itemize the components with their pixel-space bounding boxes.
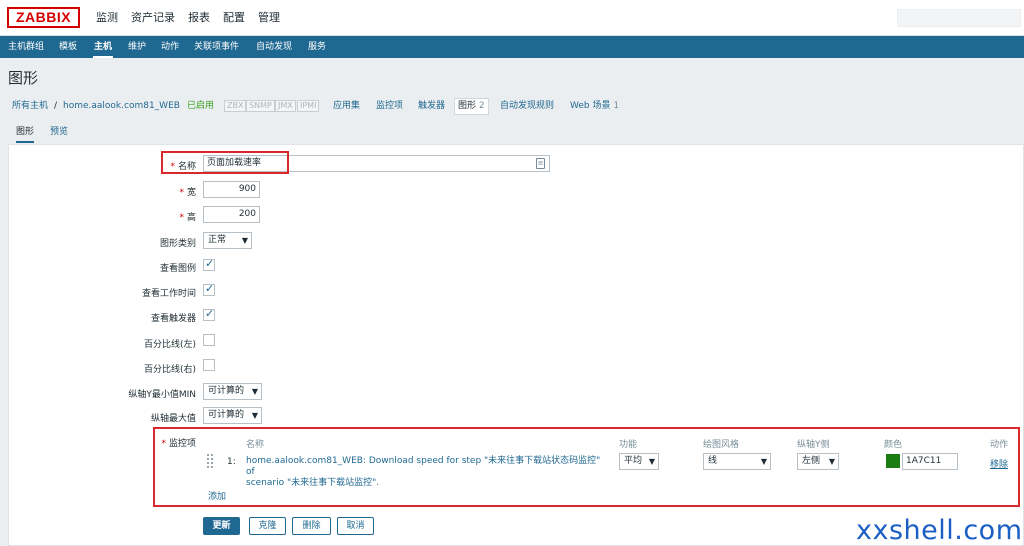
graph-type-label: 图形类别 [159,239,196,249]
main-menu: 监测 资产记录 报表 配置 管理 [96,0,293,36]
submenu-event-correlation[interactable]: 关联项事件 [194,36,239,58]
checkmark-icon: ✓ [205,307,215,320]
item-index: 1: [227,457,236,467]
page-title: 图形 [8,69,39,87]
highlight-name-box [161,151,289,174]
checkmark-icon: ✓ [205,282,215,295]
breadcrumb-graphs[interactable]: 图形 2 [454,98,489,115]
tab-preview[interactable]: 预览 [50,124,68,143]
cancel-button[interactable]: 取消 [337,517,374,535]
chevron-down-icon: ▼ [241,236,248,245]
tag-zbx: ZBX [224,100,247,112]
height-label: * 高 [179,213,196,223]
chevron-down-icon: ▼ [648,457,655,466]
menu-configuration[interactable]: 配置 [223,0,245,36]
y-max-select[interactable]: 可计算的 ▼ [203,407,262,424]
submenu-hosts[interactable]: 主机 [94,36,112,58]
update-button[interactable]: 更新 [203,517,240,535]
watermark: xxshell.com [856,515,1023,546]
item-function-select[interactable]: 平均 ▼ [619,453,659,470]
search-input[interactable] [897,9,1021,27]
breadcrumb-applications[interactable]: 应用集 [333,96,360,116]
add-item-link[interactable]: 添加 [208,489,226,502]
y-min-select[interactable]: 可计算的 ▼ [203,383,262,400]
submenu-host-groups[interactable]: 主机群组 [8,36,44,58]
menu-inventory[interactable]: 资产记录 [131,0,175,36]
show-triggers-checkbox[interactable]: ✓ [203,307,215,321]
chevron-down-icon: ▼ [760,457,767,466]
chevron-down-icon: ▼ [251,387,258,396]
percentile-left-checkbox[interactable] [203,334,215,346]
percentile-right-label: 百分比线(右) [143,365,196,375]
submenu-templates[interactable]: 模板 [59,36,77,58]
breadcrumb-all-hosts[interactable]: 所有主机 [12,96,48,116]
breadcrumb-triggers[interactable]: 触发器 [418,96,445,116]
menu-reports[interactable]: 报表 [188,0,210,36]
breadcrumb-host[interactable]: home.aalook.com81_WEB [63,96,180,116]
item-color-swatch[interactable] [886,454,900,468]
items-header-color: 颜色 [884,440,903,450]
width-label: * 宽 [179,188,196,198]
height-field[interactable]: 200 [203,206,260,223]
submenu-services[interactable]: 服务 [308,36,326,58]
form-tabs: 图形 预览 [8,124,1024,144]
items-header-name: 名称 [246,440,265,450]
show-legend-label: 查看图例 [159,264,196,274]
items-header-function: 功能 [619,440,638,450]
graph-type-select[interactable]: 正常 ▼ [203,232,252,249]
keyboard-icon[interactable]: ≡ [536,158,545,169]
clone-button[interactable]: 克隆 [249,517,286,535]
active-submenu-indicator [93,56,113,58]
breadcrumb-separator: / [54,101,58,111]
item-remove-link[interactable]: 移除 [990,457,1008,470]
breadcrumb-web-scenarios[interactable]: Web 场景 1 [570,96,619,116]
breadcrumb: 所有主机 / home.aalook.com81_WEB 已启用 ZBX SNM… [8,96,1024,117]
width-field[interactable]: 900 [203,181,260,198]
menu-administration[interactable]: 管理 [258,0,280,36]
sub-menu: 主机群组 模板 主机 维护 动作 关联项事件 自动发现 服务 [0,36,1024,58]
submenu-discovery[interactable]: 自动发现 [256,36,292,58]
checkmark-icon: ✓ [205,257,215,270]
host-status-enabled[interactable]: 已启用 [187,96,214,116]
breadcrumb-discovery-rules[interactable]: 自动发现规则 [500,96,554,116]
item-name-link[interactable]: home.aalook.com81_WEB: Download speed fo… [246,456,611,489]
y-min-label: 纵轴Y最小值MIN [128,390,196,400]
chevron-down-icon: ▼ [251,411,258,420]
item-draw-style-select[interactable]: 线 ▼ [703,453,771,470]
items-header-action: 动作 [990,440,1009,450]
item-color-field[interactable]: 1A7C11 [902,453,958,470]
tag-ipmi: IPMI [297,100,320,112]
tab-graph[interactable]: 图形 [16,124,35,143]
chevron-down-icon: ▼ [828,457,835,466]
show-working-time-checkbox[interactable]: ✓ [203,282,215,296]
show-triggers-label: 查看触发器 [150,314,196,324]
tag-snmp: SNMP [246,100,275,112]
percentile-right-checkbox[interactable] [203,359,215,371]
drag-handle-icon[interactable] [207,454,213,468]
submenu-actions[interactable]: 动作 [161,36,179,58]
y-max-label: 纵轴最大值 [150,414,196,424]
items-header-draw-style: 绘图风格 [703,440,740,450]
tag-jmx: JMX [275,100,296,112]
delete-button[interactable]: 删除 [292,517,331,535]
zabbix-logo[interactable]: ZABBIX [7,7,80,28]
top-bar: ZABBIX 监测 资产记录 报表 配置 管理 [0,0,1024,36]
items-header-y-axis: 纵轴Y侧 [797,440,830,450]
breadcrumb-items[interactable]: 监控项 [376,96,403,116]
show-working-time-label: 查看工作时间 [141,289,196,299]
show-legend-checkbox[interactable]: ✓ [203,257,215,271]
submenu-maintenance[interactable]: 维护 [128,36,146,58]
menu-monitoring[interactable]: 监测 [96,0,118,36]
percentile-left-label: 百分比线(左) [143,340,196,350]
item-y-axis-select[interactable]: 左侧 ▼ [797,453,839,470]
